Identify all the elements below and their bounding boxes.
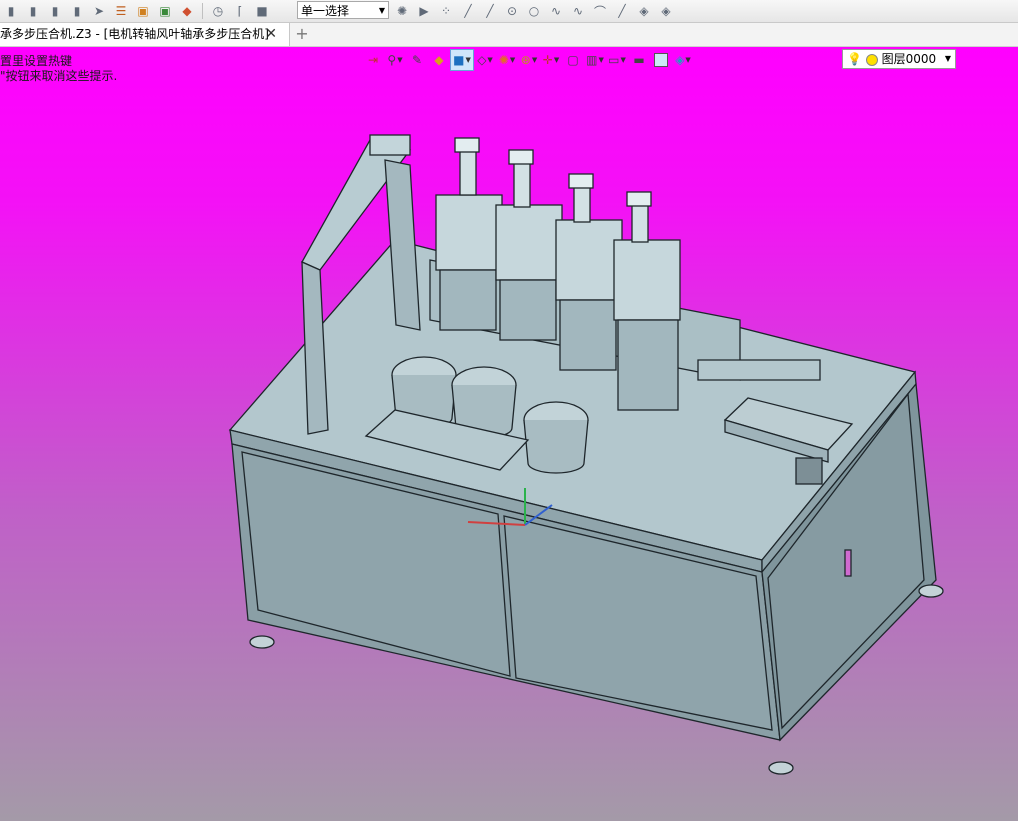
curve-icon[interactable]: ∿ [568, 2, 588, 20]
surface-icon[interactable]: ◈ [634, 2, 654, 20]
selection-mode-select[interactable]: 单一选择 ▼ [297, 1, 389, 19]
polyline-icon[interactable]: ╱ [480, 2, 500, 20]
sweep-icon[interactable]: ▮ [45, 2, 65, 20]
foot [768, 761, 794, 775]
door-handle [844, 549, 852, 577]
foot [918, 584, 944, 598]
chevron-down-icon: ▼ [378, 6, 385, 15]
arc-icon[interactable]: ⌒ [590, 2, 610, 20]
toolbar-separator [202, 3, 203, 19]
3d-viewport[interactable]: 置里设置热键 "按钮来取消这些提示. ⇥ ⚲ ▼ ✎ ◆ ■ ▼ ◇ ▼ ✺ ▼ ⊕ ▼ … [0, 47, 1018, 821]
gantry-head [369, 134, 411, 156]
foot [249, 635, 275, 649]
press-unit-3 [555, 173, 623, 371]
press-unit-1 [435, 137, 503, 331]
press-unit-2 [495, 149, 563, 341]
point-icon[interactable]: ⁘ [436, 2, 456, 20]
document-tab-bar: 承多步压合机.Z3 - [电机转轴风叶轴承多步压合机] ✕ + [0, 23, 1018, 47]
layer-stack-icon[interactable]: ◈ [656, 2, 676, 20]
circle-center-icon[interactable]: ⊙ [502, 2, 522, 20]
history-icon[interactable]: ◷ [208, 2, 228, 20]
pick-icon[interactable]: ✺ [392, 2, 412, 20]
render-icon[interactable]: ◆ [177, 2, 197, 20]
press-unit-4 [613, 191, 681, 411]
machine-model[interactable] [0, 47, 1018, 821]
loft-icon[interactable]: ▮ [67, 2, 87, 20]
extrude-icon[interactable]: ▮ [1, 2, 21, 20]
stop-icon[interactable]: ■ [252, 2, 272, 20]
feeder-bowl-3 [523, 401, 589, 474]
motor [795, 457, 823, 485]
tab-active-document[interactable]: 承多步压合机.Z3 - [电机转轴风叶轴承多步压合机] ✕ [0, 23, 290, 46]
conveyor-rail [697, 359, 821, 381]
pointer-icon[interactable]: ➤ [89, 2, 109, 20]
folder-icon[interactable]: ▣ [133, 2, 153, 20]
image-icon[interactable]: ▣ [155, 2, 175, 20]
bracket-icon[interactable]: ⌈ [230, 2, 250, 20]
revolve-icon[interactable]: ▮ [23, 2, 43, 20]
line-icon[interactable]: ╱ [458, 2, 478, 20]
tab-label: 承多步压合机.Z3 - [电机转轴风叶轴承多步压合机] [0, 27, 269, 41]
close-icon[interactable]: ✕ [265, 23, 277, 46]
list-icon[interactable]: ☰ [111, 2, 131, 20]
spline-icon[interactable]: ∿ [546, 2, 566, 20]
add-tab-button[interactable]: + [293, 23, 311, 46]
selection-mode-value: 单一选择 [301, 4, 350, 18]
play-icon[interactable]: ▶ [414, 2, 434, 20]
command-toolbar: ▮ ▮ ▮ ▮ ➤ ☰ ▣ ▣ ◆ ◷ ⌈ ■ ➚ ✺ ▶ ⁘ ╱ ╱ ⊙ ○ … [0, 0, 1018, 23]
slash-icon[interactable]: ╱ [612, 2, 632, 20]
circle-icon[interactable]: ○ [524, 2, 544, 20]
